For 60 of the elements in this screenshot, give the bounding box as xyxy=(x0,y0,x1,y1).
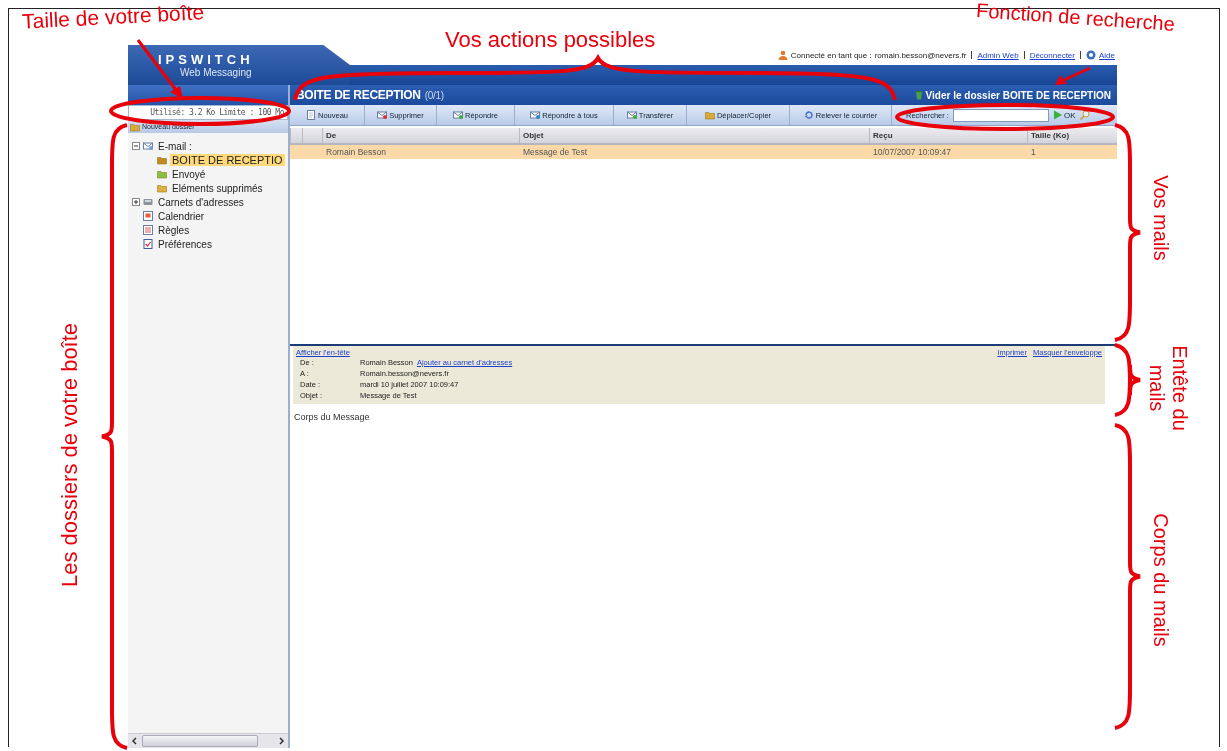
annotation-text: Taille de votre boîte xyxy=(21,0,205,34)
annotation-text: Vos mails xyxy=(1148,175,1172,261)
annotation-text: Entête du mails xyxy=(1145,345,1191,431)
annotation-text: Les dossiers de votre boîte xyxy=(57,322,83,588)
empty-folder-button[interactable]: Vider le dossier BOITE DE RECEPTION xyxy=(913,89,1111,101)
user-email: romain.besson@nevers.fr xyxy=(874,50,967,60)
horizontal-scrollbar[interactable] xyxy=(128,733,288,748)
folder-item[interactable]: Règles xyxy=(156,224,192,236)
folder-item[interactable]: E-mail : xyxy=(156,140,194,152)
trash-icon xyxy=(913,90,924,100)
expand-toggle[interactable] xyxy=(132,198,140,206)
scroll-thumb[interactable] xyxy=(142,735,258,747)
page-icon xyxy=(306,110,316,120)
refresh-icon xyxy=(803,110,814,120)
calendar-icon xyxy=(143,211,153,221)
help-icon xyxy=(1086,50,1096,60)
annotation-text: Vos actions possibles xyxy=(445,27,656,53)
folder-item[interactable]: Carnets d'adresses xyxy=(156,196,246,208)
message-body: Corps du Message xyxy=(293,411,371,424)
envelope-icon xyxy=(626,110,637,120)
annotation-text: Fonction de recherche xyxy=(975,0,1176,36)
folder-item[interactable]: Eléments supprimés xyxy=(170,182,265,194)
checklist-icon xyxy=(143,239,153,249)
header-link[interactable]: Déconnecter xyxy=(1029,50,1075,60)
collapse-toggle[interactable] xyxy=(132,142,140,150)
column-header[interactable]: Reçu xyxy=(869,128,1027,143)
header-link[interactable]: Admin Web xyxy=(977,50,1019,60)
scroll-left-icon[interactable] xyxy=(130,736,140,746)
user-label: Connecté en tant que : xyxy=(790,50,872,60)
table-cell-text: 10/07/2007 10:09:47 xyxy=(872,146,952,159)
search-field[interactable] xyxy=(952,108,1049,122)
envelope-icon xyxy=(453,110,463,120)
envelope-icon xyxy=(143,141,153,151)
message-row[interactable]: Romain Besson Message de Test 10/07/2007 10:09:47 1 xyxy=(290,145,1117,159)
folder-item[interactable]: Envoyé xyxy=(170,168,208,180)
folder-icon xyxy=(130,121,140,132)
ok-button[interactable]: OK xyxy=(1052,110,1076,120)
column-header[interactable]: Objet xyxy=(519,128,869,143)
table-cell-text: Romain Besson xyxy=(325,146,387,159)
folder-item[interactable]: BOITE DE RECEPTIO xyxy=(170,154,285,166)
quota-text: Utilisé: 3.2 Ko Limite : 100 Mo xyxy=(128,105,288,120)
folder-item[interactable]: Préférences xyxy=(156,238,214,250)
annotation-arrow xyxy=(1055,66,1091,85)
header-link[interactable]: Aide xyxy=(1099,50,1115,60)
scroll-right-icon[interactable] xyxy=(276,736,286,746)
envelope-icon xyxy=(377,110,388,120)
folder-icon xyxy=(704,110,715,120)
table-cell-text: 1 xyxy=(1030,146,1037,159)
annotation-text: Corps du mails xyxy=(1148,513,1172,647)
column-header[interactable]: Taille (Ko) xyxy=(1027,128,1117,143)
envelope-icon xyxy=(530,110,541,120)
play-icon xyxy=(1052,110,1063,120)
user-icon xyxy=(777,50,788,60)
magnifier-icon xyxy=(1079,110,1090,120)
book-icon xyxy=(143,197,153,207)
logo: IPSWITCH Web Messaging xyxy=(128,45,350,85)
list-icon xyxy=(143,225,153,235)
column-header[interactable]: De xyxy=(322,128,519,143)
table-cell-text: Message de Test xyxy=(522,146,589,159)
folder-item[interactable]: Calendrier xyxy=(156,210,207,222)
